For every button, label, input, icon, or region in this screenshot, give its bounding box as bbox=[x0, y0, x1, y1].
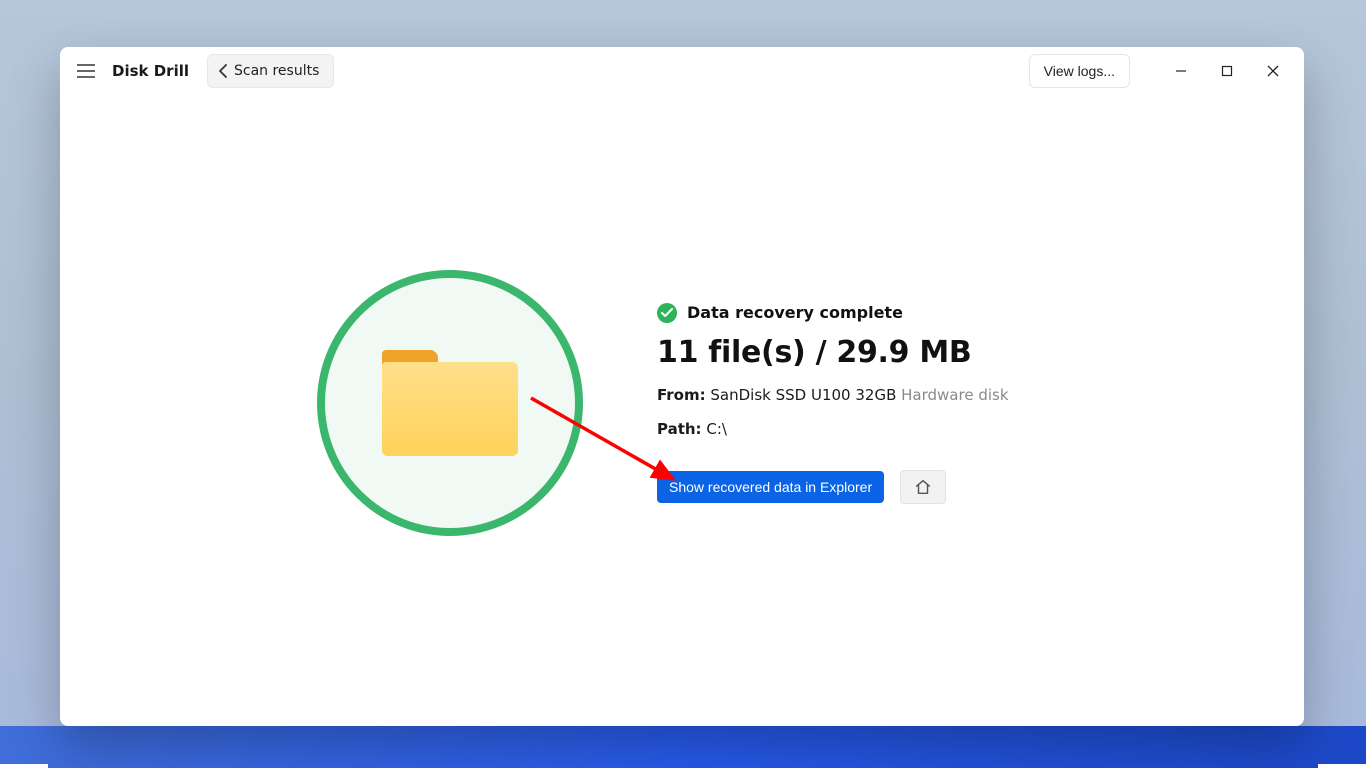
folder-icon bbox=[382, 350, 518, 456]
content-area: Data recovery complete 11 file(s) / 29.9… bbox=[60, 95, 1304, 726]
home-button[interactable] bbox=[900, 470, 946, 504]
success-badge bbox=[317, 270, 583, 536]
from-muted: Hardware disk bbox=[901, 386, 1008, 404]
back-button[interactable]: Scan results bbox=[207, 54, 334, 88]
path-label: Path: bbox=[657, 420, 702, 438]
close-icon bbox=[1267, 65, 1279, 77]
home-icon bbox=[914, 478, 932, 496]
status-row: Data recovery complete bbox=[657, 303, 1009, 323]
result-summary: 11 file(s) / 29.9 MB bbox=[657, 335, 1009, 370]
result-info: Data recovery complete 11 file(s) / 29.9… bbox=[657, 303, 1009, 504]
window-controls bbox=[1158, 48, 1296, 94]
menu-button[interactable] bbox=[74, 59, 98, 83]
taskbar-right-edge bbox=[1318, 764, 1366, 768]
taskbar-left-edge bbox=[0, 764, 48, 768]
result-panel: Data recovery complete 11 file(s) / 29.9… bbox=[317, 270, 1047, 536]
view-logs-button[interactable]: View logs... bbox=[1029, 54, 1130, 88]
from-value: SanDisk SSD U100 32GB bbox=[710, 386, 896, 404]
from-label: From: bbox=[657, 386, 706, 404]
hamburger-icon bbox=[77, 64, 95, 78]
minimize-button[interactable] bbox=[1158, 48, 1204, 94]
taskbar-background bbox=[0, 726, 1366, 768]
chevron-left-icon bbox=[218, 64, 228, 78]
maximize-icon bbox=[1221, 65, 1233, 77]
action-row: Show recovered data in Explorer bbox=[657, 470, 1009, 504]
app-title: Disk Drill bbox=[112, 62, 189, 80]
close-button[interactable] bbox=[1250, 48, 1296, 94]
titlebar: Disk Drill Scan results View logs... bbox=[60, 47, 1304, 95]
path-line: Path: C:\ bbox=[657, 420, 1009, 438]
checkmark-icon bbox=[657, 303, 677, 323]
back-label: Scan results bbox=[234, 63, 319, 79]
maximize-button[interactable] bbox=[1204, 48, 1250, 94]
status-text: Data recovery complete bbox=[687, 303, 903, 322]
app-window: Disk Drill Scan results View logs... bbox=[60, 47, 1304, 726]
minimize-icon bbox=[1175, 65, 1187, 77]
from-line: From: SanDisk SSD U100 32GB Hardware dis… bbox=[657, 386, 1009, 404]
path-value: C:\ bbox=[706, 420, 727, 438]
show-in-explorer-button[interactable]: Show recovered data in Explorer bbox=[657, 471, 884, 503]
